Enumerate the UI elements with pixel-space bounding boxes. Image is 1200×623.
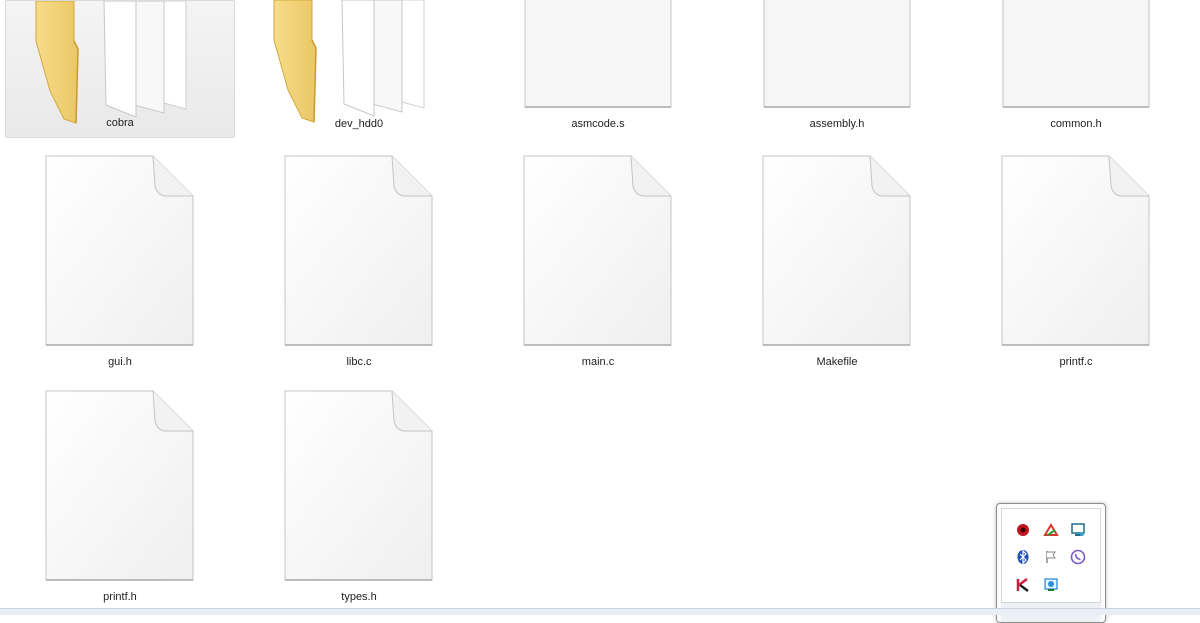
action-center-flag-icon[interactable] (1043, 549, 1059, 565)
file-item[interactable]: gui.h (5, 138, 235, 374)
monitor-icon[interactable] (1070, 522, 1086, 538)
folder-item[interactable]: dev_hdd0 (244, 0, 474, 138)
file-item[interactable]: types.h (244, 373, 474, 609)
item-label: asmcode.s (571, 118, 625, 130)
notification-overflow-popup (996, 503, 1106, 623)
item-label: main.c (581, 356, 615, 368)
network-icon[interactable] (1043, 577, 1059, 593)
bluetooth-icon[interactable] (1015, 549, 1031, 565)
red-app-icon[interactable] (1015, 522, 1031, 538)
item-label: types.h (341, 591, 377, 603)
item-label: libc.c (346, 356, 372, 368)
item-label: printf.h (103, 591, 137, 603)
file-item[interactable]: libc.c (244, 138, 474, 374)
viber-icon[interactable] (1070, 549, 1086, 565)
file-item[interactable]: assembly.h (722, 0, 952, 138)
file-item[interactable]: printf.c (961, 138, 1191, 374)
item-label: gui.h (108, 356, 132, 368)
file-item[interactable]: Makefile (722, 138, 952, 374)
folder-item[interactable]: cobra (5, 0, 235, 138)
item-label: dev_hdd0 (334, 118, 384, 130)
kaspersky-icon[interactable] (1015, 577, 1031, 593)
item-label: cobra (106, 117, 134, 129)
file-item[interactable]: common.h (961, 0, 1191, 138)
taskbar-edge (0, 608, 1200, 615)
autocad-icon[interactable] (1043, 522, 1059, 538)
item-label: assembly.h (809, 118, 865, 130)
item-label: Makefile (816, 356, 858, 368)
file-item[interactable]: asmcode.s (483, 0, 713, 138)
item-label: printf.c (1059, 356, 1093, 368)
file-item[interactable]: printf.h (5, 373, 235, 609)
item-label: common.h (1050, 118, 1102, 130)
file-item[interactable]: main.c (483, 138, 713, 374)
